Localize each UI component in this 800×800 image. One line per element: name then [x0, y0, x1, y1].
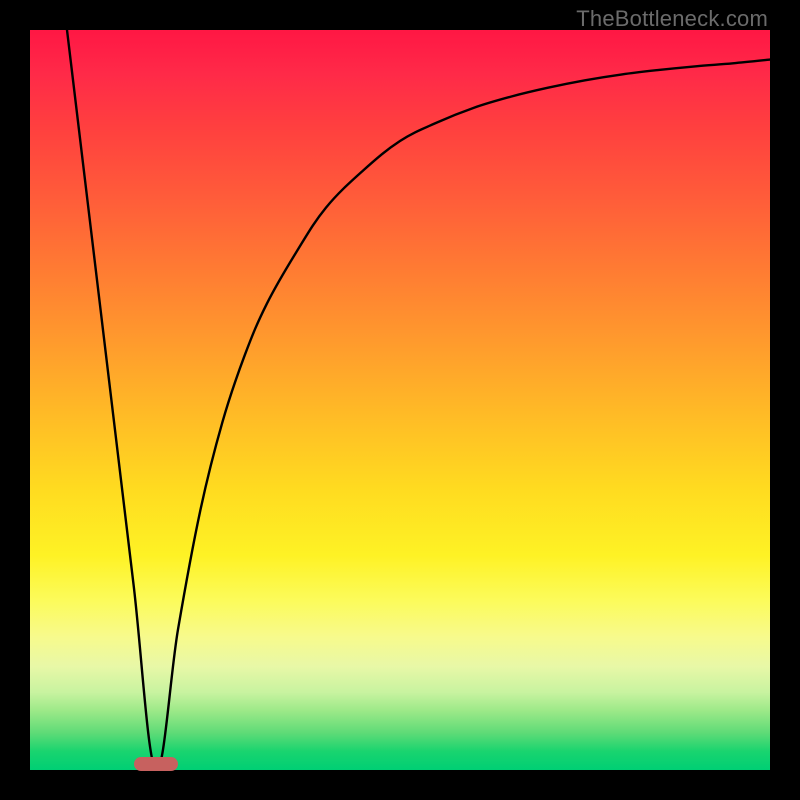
plot-area — [30, 30, 770, 770]
chart-frame: TheBottleneck.com — [0, 0, 800, 800]
bottleneck-curve — [30, 30, 770, 770]
watermark-text: TheBottleneck.com — [576, 6, 768, 32]
optimum-marker — [134, 757, 178, 771]
